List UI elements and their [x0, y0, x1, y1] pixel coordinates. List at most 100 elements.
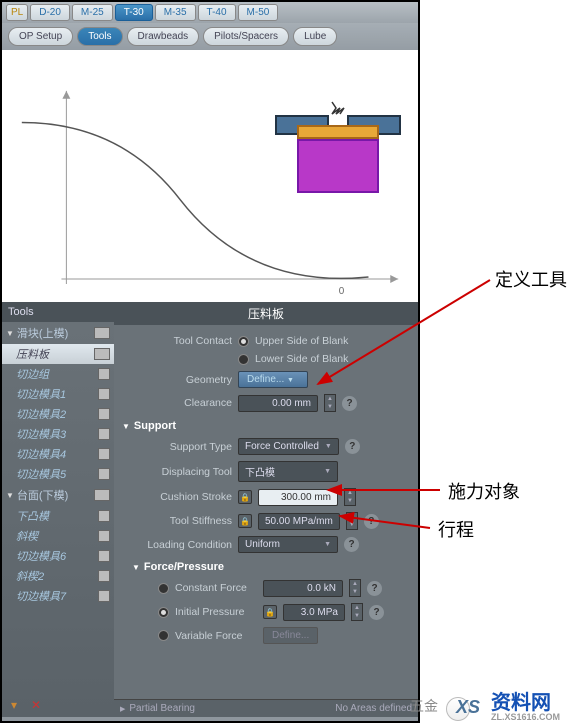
tree-item-pressure-plate[interactable]: 压料板: [2, 344, 114, 364]
chevron-down-icon: ▼: [287, 377, 294, 384]
checkbox-icon[interactable]: [94, 348, 110, 360]
btn-tools[interactable]: Tools: [77, 27, 122, 46]
label-displacing-tool: Displacing Tool: [122, 466, 232, 478]
tree-item[interactable]: 切边模具4: [2, 444, 114, 464]
annotation-stroke: 行程: [438, 516, 474, 542]
lock-icon[interactable]: 🔒: [238, 514, 252, 528]
footer-status: No Areas defined: [335, 703, 412, 714]
tool-stiffness-input[interactable]: 50.00 MPa/mm: [258, 513, 340, 530]
cushion-stroke-input[interactable]: 300.00 mm: [258, 489, 338, 506]
define-button-disabled: Define...: [263, 627, 318, 644]
tree-item[interactable]: 切边模具2: [2, 404, 114, 424]
support-type-dropdown[interactable]: Force Controlled: [238, 438, 339, 455]
checkbox-icon[interactable]: [98, 448, 110, 460]
watermark: 五金: [410, 696, 438, 716]
toolbar: OP Setup Tools Drawbeads Pilots/Spacers …: [2, 23, 418, 50]
graph-area: 0: [2, 50, 418, 302]
tree-item[interactable]: 切边模具1: [2, 384, 114, 404]
define-button[interactable]: Define... ▼: [238, 371, 308, 388]
checkbox-icon[interactable]: [94, 327, 110, 339]
section-support[interactable]: Support: [122, 420, 410, 432]
tree-group-upper[interactable]: 滑块(上模): [2, 322, 114, 344]
delete-icon[interactable]: ✕: [28, 697, 44, 713]
checkbox-icon[interactable]: [98, 408, 110, 420]
radio-initial-pressure[interactable]: [158, 607, 169, 618]
tree-item[interactable]: 切边模具6: [2, 546, 114, 566]
label-clearance: Clearance: [122, 397, 232, 409]
loading-dropdown[interactable]: Uniform: [238, 536, 338, 553]
tab-d20[interactable]: D-20: [30, 4, 70, 21]
radio-constant-force[interactable]: [158, 583, 169, 594]
annotation-force-target: 施力对象: [448, 478, 520, 504]
label-variable-force: Variable Force: [175, 630, 257, 642]
watermark-icon: XS: [450, 697, 486, 721]
clearance-input[interactable]: 0.00 mm: [238, 395, 318, 412]
lock-icon[interactable]: 🔒: [238, 490, 252, 504]
spinner[interactable]: ▲▼: [324, 394, 336, 412]
properties-panel: 压料板 Tool Contact Upper Side of Blank Low…: [114, 302, 418, 717]
radio-variable-force[interactable]: [158, 630, 169, 641]
top-tabs: PL D-20 M-25 T-30 M-35 T-40 M-50: [2, 2, 418, 23]
tree-item[interactable]: 切边模具7: [2, 586, 114, 606]
tree-item[interactable]: 切边模具3: [2, 424, 114, 444]
label-tool-stiffness: Tool Stiffness: [122, 515, 232, 527]
tree-item[interactable]: 切边组: [2, 364, 114, 384]
reorder-icon[interactable]: ▾: [6, 697, 22, 713]
label-geometry: Geometry: [122, 374, 232, 386]
checkbox-icon[interactable]: [98, 570, 110, 582]
tab-t40[interactable]: T-40: [198, 4, 236, 21]
radio-lower[interactable]: [238, 354, 249, 365]
spinner[interactable]: ▲▼: [349, 579, 361, 597]
label-initial-pressure: Initial Pressure: [175, 606, 257, 618]
label-cushion-stroke: Cushion Stroke: [122, 491, 232, 503]
checkbox-icon[interactable]: [98, 388, 110, 400]
help-icon[interactable]: ?: [364, 514, 379, 529]
panel-header: 压料板: [114, 302, 418, 325]
checkbox-icon[interactable]: [98, 590, 110, 602]
help-icon[interactable]: ?: [342, 396, 357, 411]
constant-force-input[interactable]: 0.0 kN: [263, 580, 343, 597]
btn-lube[interactable]: Lube: [293, 27, 337, 46]
checkbox-icon[interactable]: [98, 550, 110, 562]
initial-pressure-input[interactable]: 3.0 MPa: [283, 604, 345, 621]
help-icon[interactable]: ?: [369, 605, 384, 620]
tab-t30[interactable]: T-30: [115, 4, 153, 21]
tab-m50[interactable]: M-50: [238, 4, 279, 21]
spinner[interactable]: ▲▼: [344, 488, 356, 506]
tree-item[interactable]: 切边模具5: [2, 464, 114, 484]
label-upper: Upper Side of Blank: [255, 335, 348, 347]
btn-pilots[interactable]: Pilots/Spacers: [203, 27, 289, 46]
checkbox-icon[interactable]: [98, 368, 110, 380]
tool-tree: 滑块(上模) 压料板 切边组 切边模具1 切边模具2 切边模具3 切边模具4 切…: [2, 322, 114, 693]
spinner[interactable]: ▲▼: [346, 512, 358, 530]
spinner[interactable]: ▲▼: [351, 603, 363, 621]
help-icon[interactable]: ?: [345, 439, 360, 454]
btn-drawbeads[interactable]: Drawbeads: [127, 27, 200, 46]
help-icon[interactable]: ?: [367, 581, 382, 596]
checkbox-icon[interactable]: [94, 489, 110, 501]
sidebar-footer: ▾ ✕: [2, 693, 114, 717]
tool-diagram: [268, 98, 408, 198]
tab-m35[interactable]: M-35: [155, 4, 196, 21]
checkbox-icon[interactable]: [98, 530, 110, 542]
watermark: 资料网ZL.XS1616.COM: [491, 686, 560, 722]
tree-item[interactable]: 下凸模: [2, 506, 114, 526]
help-icon[interactable]: ?: [344, 537, 359, 552]
label-lower: Lower Side of Blank: [255, 353, 348, 365]
tab-pl[interactable]: PL: [6, 4, 28, 21]
checkbox-icon[interactable]: [98, 510, 110, 522]
checkbox-icon[interactable]: [98, 428, 110, 440]
checkbox-icon[interactable]: [98, 468, 110, 480]
annotation-define-tool: 定义工具: [495, 266, 567, 292]
tab-m25[interactable]: M-25: [72, 4, 113, 21]
panel-body: Tool Contact Upper Side of Blank Lower S…: [114, 325, 418, 699]
tree-group-lower[interactable]: 台面(下模): [2, 484, 114, 506]
lock-icon[interactable]: 🔒: [263, 605, 277, 619]
btn-opsetup[interactable]: OP Setup: [8, 27, 73, 46]
tree-item[interactable]: 斜楔2: [2, 566, 114, 586]
radio-upper[interactable]: [238, 336, 249, 347]
partial-bearing-toggle[interactable]: Partial Bearing: [120, 703, 195, 714]
displacing-tool-dropdown[interactable]: 下凸模: [238, 461, 338, 482]
tree-item[interactable]: 斜楔: [2, 526, 114, 546]
section-force-pressure: Force/Pressure: [132, 561, 410, 573]
